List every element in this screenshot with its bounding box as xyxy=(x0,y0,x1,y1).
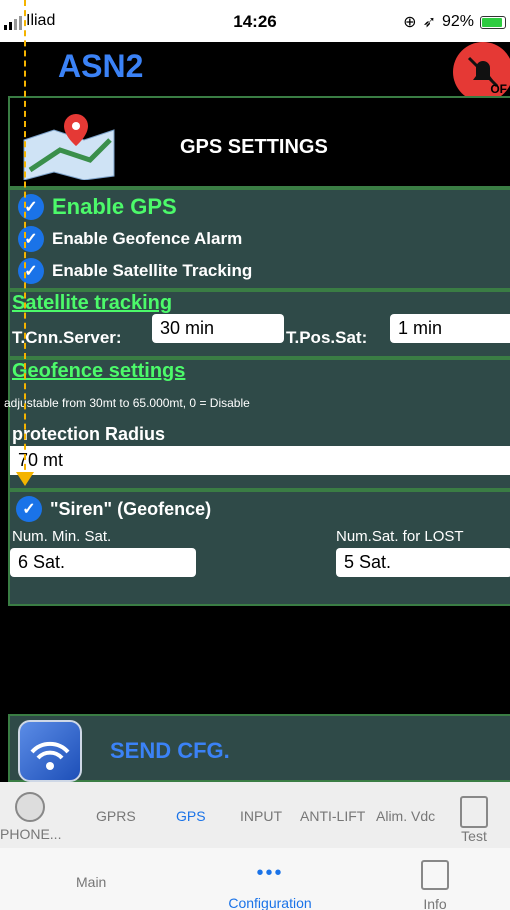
main-tab-bar: Main ••• Configuration Info xyxy=(0,848,510,910)
wifi-tools-icon xyxy=(18,720,82,782)
info-list-icon xyxy=(421,860,449,890)
location-icon: ➶ xyxy=(422,14,436,31)
annotation-dashed-line xyxy=(24,0,26,480)
tab-input[interactable]: INPUT xyxy=(240,808,282,824)
tab-alim-vdc[interactable]: Alim. Vdc xyxy=(376,808,435,824)
min-sat-input[interactable]: 6 Sat. xyxy=(10,548,196,577)
battery-percent: 92% xyxy=(441,13,474,30)
geofence-section: Geofence settings adjustable from 30mt t… xyxy=(4,358,510,490)
tab-anti-lift[interactable]: ANTI-LIFT xyxy=(300,808,365,824)
enable-geofence-label: Enable Geofence Alarm xyxy=(52,229,243,248)
list-icon xyxy=(460,796,488,828)
config-tab-bar: PHONE... GPRS GPS INPUT ANTI-LIFT Alim. … xyxy=(0,782,510,848)
map-pin-icon xyxy=(23,114,115,180)
tab-phone[interactable]: PHONE... xyxy=(0,792,62,842)
satellite-section: Satellite tracking T.Cnn.Server: 30 min … xyxy=(8,290,510,358)
gps-settings-header: GPS SETTINGS xyxy=(8,96,510,188)
radius-input[interactable]: 70 mt xyxy=(10,446,510,475)
enable-satellite-checkbox[interactable]: ✓ xyxy=(18,258,44,284)
enable-section: ✓ Enable GPS ✓ Enable Geofence Alarm ✓ E… xyxy=(8,188,510,290)
status-bar: Iliad 14:26 ⊕ ➶ 92% xyxy=(0,0,510,42)
send-config-button[interactable]: SEND CFG. xyxy=(8,714,510,782)
battery-icon xyxy=(480,15,506,29)
alarm-toggle-button[interactable]: OF xyxy=(453,42,510,102)
tab-phone-label: PHONE... xyxy=(0,826,62,842)
enable-geofence-checkbox[interactable]: ✓ xyxy=(18,226,44,252)
tab-test-label: Test xyxy=(461,828,487,844)
cnn-server-label: T.Cnn.Server: xyxy=(12,328,122,347)
tab-configuration-label: Configuration xyxy=(228,895,312,910)
enable-gps-label: Enable GPS xyxy=(52,194,177,219)
cnn-server-input[interactable]: 30 min xyxy=(152,314,284,343)
siren-label: "Siren" (Geofence) xyxy=(50,498,212,519)
tab-test[interactable]: Test xyxy=(460,796,488,844)
page-title: GPS SETTINGS xyxy=(180,136,328,158)
annotation-arrow-icon xyxy=(16,472,34,486)
satellite-title: Satellite tracking xyxy=(12,292,173,314)
tab-gprs[interactable]: GPRS xyxy=(96,808,136,824)
tab-info-label: Info xyxy=(423,896,447,910)
app-title: ASN2 xyxy=(58,48,144,84)
siren-checkbox[interactable]: ✓ xyxy=(16,496,42,522)
lost-sat-input[interactable]: 5 Sat. xyxy=(336,548,510,577)
send-config-label: SEND CFG. xyxy=(110,738,230,763)
pos-sat-label: T.Pos.Sat: xyxy=(286,328,368,347)
tab-main[interactable]: Main xyxy=(76,874,106,890)
siren-section: ✓ "Siren" (Geofence) Num. Min. Sat. 6 Sa… xyxy=(8,490,510,606)
enable-gps-checkbox[interactable]: ✓ xyxy=(18,194,44,220)
lock-rotation-icon: ⊕ xyxy=(403,14,417,31)
radius-label: protection Radius xyxy=(12,424,166,444)
enable-satellite-label: Enable Satellite Tracking xyxy=(52,261,253,280)
alarm-state-label: OF xyxy=(490,82,507,96)
min-sat-label: Num. Min. Sat. xyxy=(12,528,112,545)
lost-sat-label: Num.Sat. for LOST xyxy=(336,528,464,545)
geofence-hint: adjustable from 30mt to 65.000mt, 0 = Di… xyxy=(4,396,250,410)
geofence-title: Geofence settings xyxy=(12,360,186,382)
more-icon: ••• xyxy=(256,862,284,884)
person-icon xyxy=(15,792,45,822)
pos-sat-input[interactable]: 1 min xyxy=(390,314,510,343)
tab-configuration[interactable]: ••• Configuration xyxy=(220,862,320,910)
tab-info[interactable]: Info xyxy=(410,860,460,910)
tab-gps[interactable]: GPS xyxy=(176,808,206,824)
